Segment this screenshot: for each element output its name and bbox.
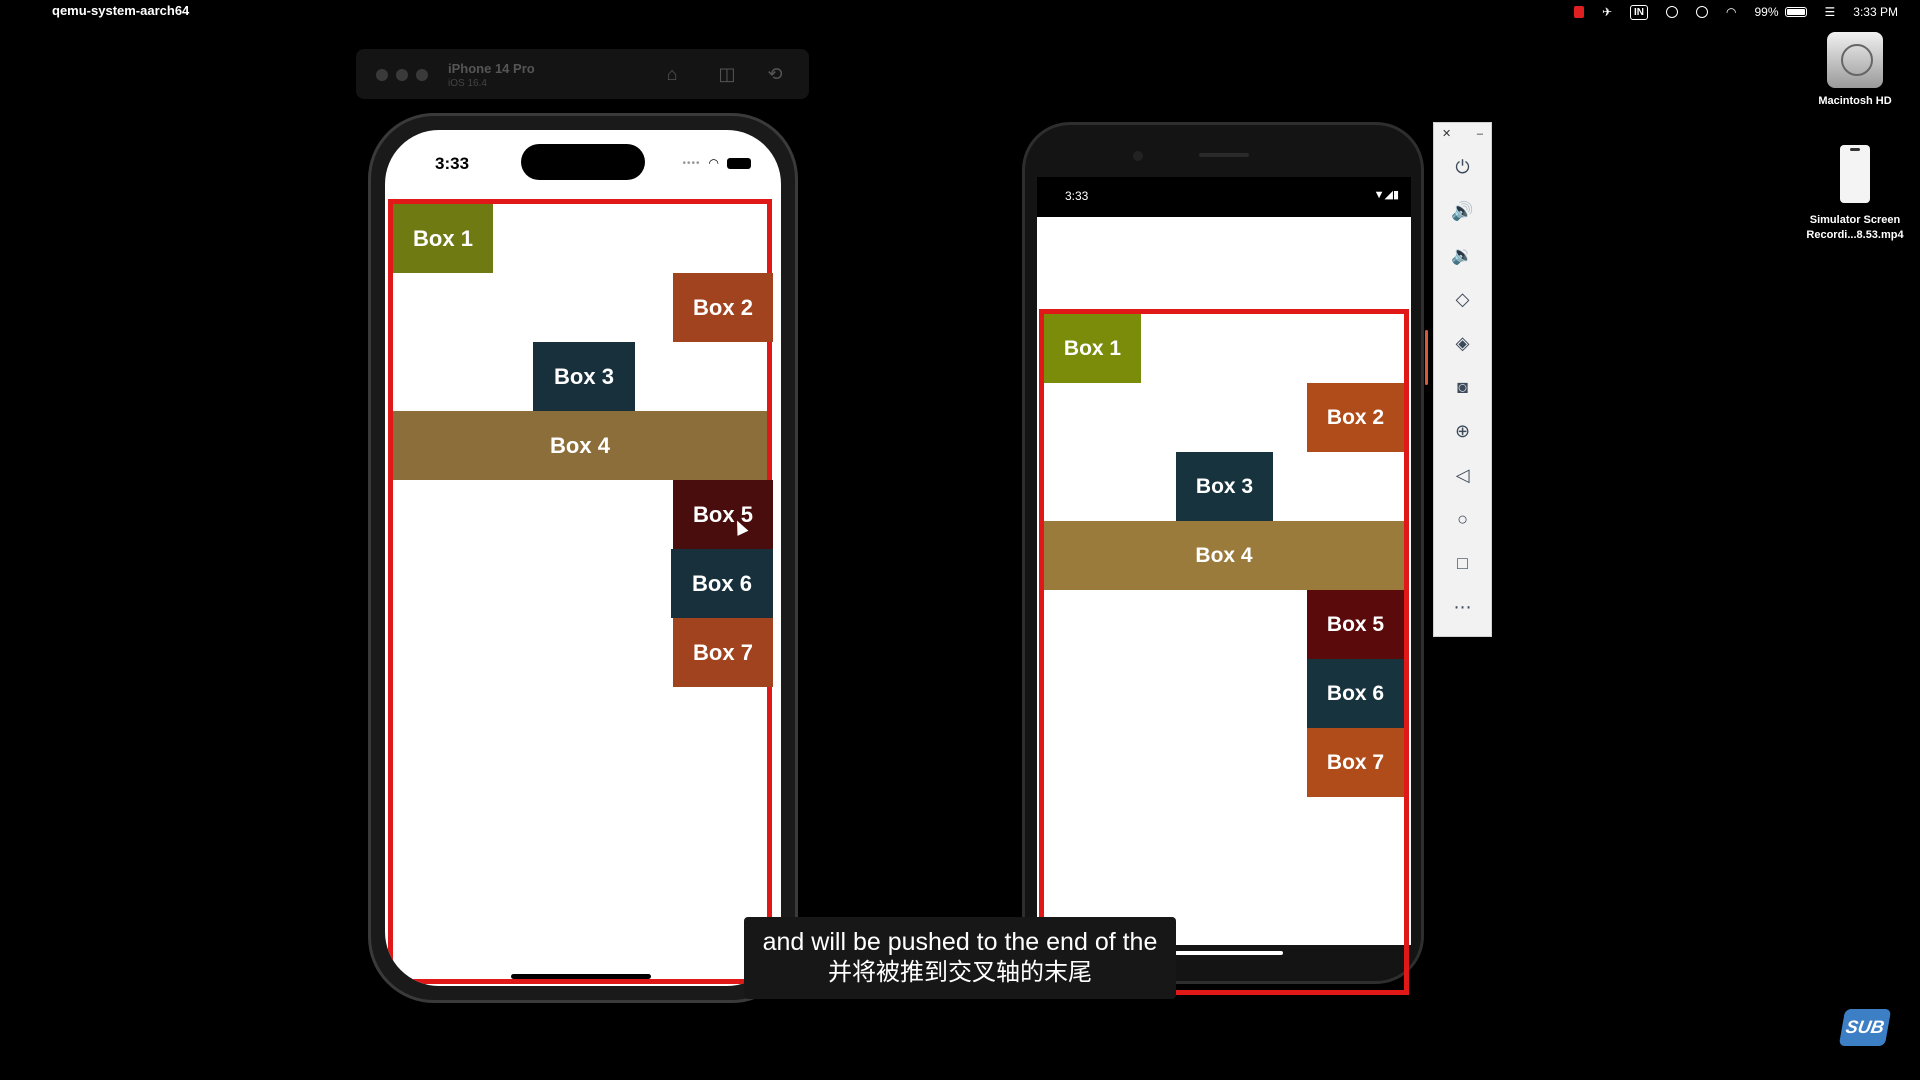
battery-percent: 99% — [1754, 5, 1779, 19]
desktop-item-macintosh-hd[interactable]: Macintosh HD — [1800, 32, 1910, 109]
volume-up-icon[interactable]: 🔊 — [1434, 189, 1491, 233]
android-status-time: 3:33 — [1065, 189, 1089, 203]
box-5[interactable]: Box 5 — [1307, 590, 1404, 659]
ios-status-icons: •••• ◠ — [682, 156, 751, 170]
android-status-bar: 3:33 ▼◢▮ — [1037, 177, 1411, 217]
play-icon[interactable] — [1666, 6, 1679, 18]
front-camera — [1133, 151, 1143, 161]
box-1[interactable]: Box 1 — [1044, 314, 1141, 383]
dynamic-island — [521, 144, 645, 180]
iphone-screen[interactable]: 3:33 •••• ◠ Box 1 Box 2 Box 3 Box 4 Box … — [385, 130, 781, 986]
menu-bar-status-area: ✈ IN ◠ 99% ☰ 3:33 PM — [1573, 0, 1898, 24]
home-indicator[interactable] — [511, 974, 651, 979]
box-6[interactable]: Box 6 — [1307, 659, 1404, 728]
zoom-icon[interactable]: ⊕ — [1434, 409, 1491, 453]
wifi-icon[interactable]: ◠ — [1726, 5, 1736, 19]
window-close-button[interactable] — [376, 69, 388, 81]
box-label: Box 7 — [693, 639, 753, 665]
android-status-icons: ▼◢▮ — [1373, 189, 1399, 201]
android-emulator: Box 1 Box 2 Box 3 Box 4 Box 5 Box 6 Box … — [1022, 122, 1424, 995]
power-icon[interactable]: ⏻ — [1434, 145, 1491, 189]
window-zoom-button[interactable] — [416, 69, 428, 81]
overview-icon[interactable]: □ — [1434, 541, 1491, 585]
box-label: Box 6 — [692, 570, 752, 596]
box-label: Box 4 — [550, 432, 610, 458]
app-name-menu[interactable]: qemu-system-aarch64 — [52, 3, 189, 18]
hard-drive-icon — [1827, 32, 1883, 88]
screenshot-icon[interactable]: ◫ — [716, 63, 738, 85]
desktop-item-label: Simulator Screen Recordi...8.53.mp4 — [1806, 214, 1904, 241]
simulator-os-version: iOS 16.4 — [448, 78, 487, 89]
rotate-icon[interactable]: ⟲ — [764, 63, 786, 85]
battery-icon — [1784, 7, 1807, 17]
video-subtitle: and will be pushed to the end of the 并将被… — [744, 917, 1176, 999]
control-center-icon[interactable]: ☰ — [1825, 5, 1836, 19]
flex-container: Box 1 Box 2 Box 3 Box 4 Box 5 Box 6 Box … — [1039, 309, 1409, 995]
box-3[interactable]: Box 3 — [1176, 452, 1273, 521]
ios-status-time: 3:33 — [435, 154, 470, 173]
battery-status[interactable]: 99% — [1755, 5, 1807, 19]
signal-icon: •••• — [682, 157, 701, 169]
user-icon[interactable] — [1696, 6, 1709, 18]
simulator-device-name: iPhone 14 Pro — [448, 61, 535, 76]
gesture-nav-bar[interactable] — [1175, 951, 1283, 955]
box-4[interactable]: Box 4 — [1044, 521, 1404, 590]
subtitle-english: and will be pushed to the end of the — [762, 928, 1158, 956]
box-2[interactable]: Box 2 — [1307, 383, 1404, 452]
input-source-icon[interactable]: IN — [1630, 4, 1649, 20]
apple-menu-icon[interactable] — [20, 2, 36, 20]
home-icon[interactable]: ⌂ — [661, 63, 683, 85]
box-7[interactable]: Box 7 — [1307, 728, 1404, 797]
android-screen[interactable]: Box 1 Box 2 Box 3 Box 4 Box 5 Box 6 Box … — [1037, 177, 1411, 995]
rotate-right-icon[interactable]: ◈ — [1434, 321, 1491, 365]
iphone-simulator: 3:33 •••• ◠ Box 1 Box 2 Box 3 Box 4 Box … — [368, 113, 798, 1003]
volume-down-icon[interactable]: 🔉 — [1434, 233, 1491, 277]
box-2[interactable]: Box 2 — [673, 273, 773, 342]
box-label: Box 1 — [1063, 336, 1122, 360]
close-icon[interactable]: ✕ — [1442, 123, 1451, 145]
box-6[interactable]: Box 6 — [671, 549, 773, 618]
box-4[interactable]: Box 4 — [393, 411, 767, 480]
box-label: Box 2 — [693, 294, 753, 320]
desktop-item-label: Macintosh HD — [1818, 95, 1892, 107]
box-label: Box 3 — [554, 363, 614, 389]
subtitle-chinese: 并将被推到交叉轴的末尾 — [828, 959, 1092, 986]
window-minimize-button[interactable] — [396, 69, 408, 81]
sub-watermark-logo: SUB — [1838, 1009, 1892, 1046]
box-label: Box 1 — [413, 225, 473, 251]
camera-icon[interactable]: ◙ — [1434, 365, 1491, 409]
home-icon[interactable]: ○ — [1434, 497, 1491, 541]
menu-bar: qemu-system-aarch64 ✈ IN ◠ 99% ☰ 3:33 PM — [0, 0, 1920, 24]
box-3[interactable]: Box 3 — [533, 342, 635, 411]
box-label: Box 7 — [1326, 750, 1385, 774]
clock[interactable]: 3:33 PM — [1853, 5, 1898, 19]
box-7[interactable]: Box 7 — [673, 618, 773, 687]
emulator-toolbar: ✕ – ⏻ 🔊 🔉 ◇ ◈ ◙ ⊕ ◁ ○ □ ⋯ — [1433, 122, 1492, 637]
recording-icon[interactable] — [1573, 6, 1584, 18]
box-1[interactable]: Box 1 — [393, 204, 493, 273]
box-label: Box 6 — [1326, 681, 1385, 705]
wifi-icon: ◠ — [708, 156, 719, 170]
box-5[interactable]: Box 5 — [673, 480, 773, 549]
battery-icon — [727, 157, 751, 169]
box-label: Box 2 — [1326, 405, 1385, 429]
emulator-side-accent — [1425, 330, 1428, 385]
minimize-icon[interactable]: – — [1477, 123, 1483, 145]
box-label: Box 3 — [1195, 474, 1254, 498]
flex-container: Box 1 Box 2 Box 3 Box 4 Box 5 Box 6 Box … — [388, 199, 773, 984]
desktop-item-screen-recording[interactable]: Simulator Screen Recordi...8.53.mp4 — [1795, 145, 1915, 243]
location-icon[interactable]: ✈ — [1602, 5, 1612, 19]
earpiece-speaker — [1199, 153, 1249, 157]
box-label: Box 5 — [1326, 612, 1385, 636]
back-icon[interactable]: ◁ — [1434, 453, 1491, 497]
emulator-toolbar-header: ✕ – — [1434, 123, 1491, 145]
video-file-icon — [1840, 145, 1870, 203]
box-label: Box 4 — [1195, 543, 1253, 567]
rotate-left-icon[interactable]: ◇ — [1434, 277, 1491, 321]
more-icon[interactable]: ⋯ — [1434, 585, 1491, 629]
simulator-window-toolbar: iPhone 14 Pro iOS 16.4 ⌂ ◫ ⟲ — [356, 49, 809, 99]
